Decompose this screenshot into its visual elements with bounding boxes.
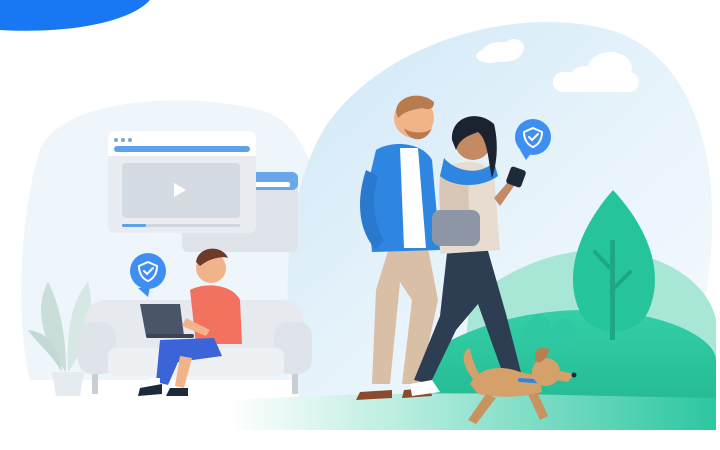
security-illustration <box>0 0 720 450</box>
ground <box>230 393 716 430</box>
browser-window-front <box>108 131 256 233</box>
corner-blob <box>0 0 150 31</box>
